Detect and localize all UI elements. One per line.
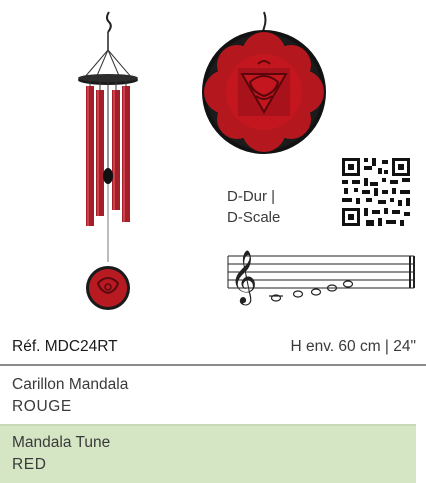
product-reference: Réf. MDC24RT [12,338,118,355]
product-card: D-Dur | D-Scale 𝄞 Réf. MDC24RT H env. 60… [0,0,426,483]
product-name-en: Mandala Tune RED [0,426,416,483]
product-name-en-title: Mandala Tune [12,434,111,451]
note-heads [269,280,354,302]
chime-sail-disc [86,266,130,310]
scale-label-de: D-Dur | [227,188,276,205]
chime-striker [103,82,113,262]
qr-code-icon[interactable] [340,156,412,228]
scale-label-en: D-Scale [227,209,281,226]
product-color-fr: ROUGE [12,398,72,415]
spec-row: Réf. MDC24RT H env. 60 cm | 24" [0,330,426,366]
scale-label: D-Dur | D-Scale [227,186,280,228]
svg-text:𝄞: 𝄞 [230,249,257,305]
product-size: H env. 60 cm | 24" [290,338,416,355]
product-color-en: RED [12,456,47,473]
treble-clef-staff-icon: 𝄞 [227,249,415,305]
product-name-fr-title: Carillon Mandala [12,376,129,393]
product-name-fr: Carillon Mandala ROUGE [0,368,416,424]
chime-hook-icon [83,11,133,79]
mandala-medallion-icon [202,11,326,154]
